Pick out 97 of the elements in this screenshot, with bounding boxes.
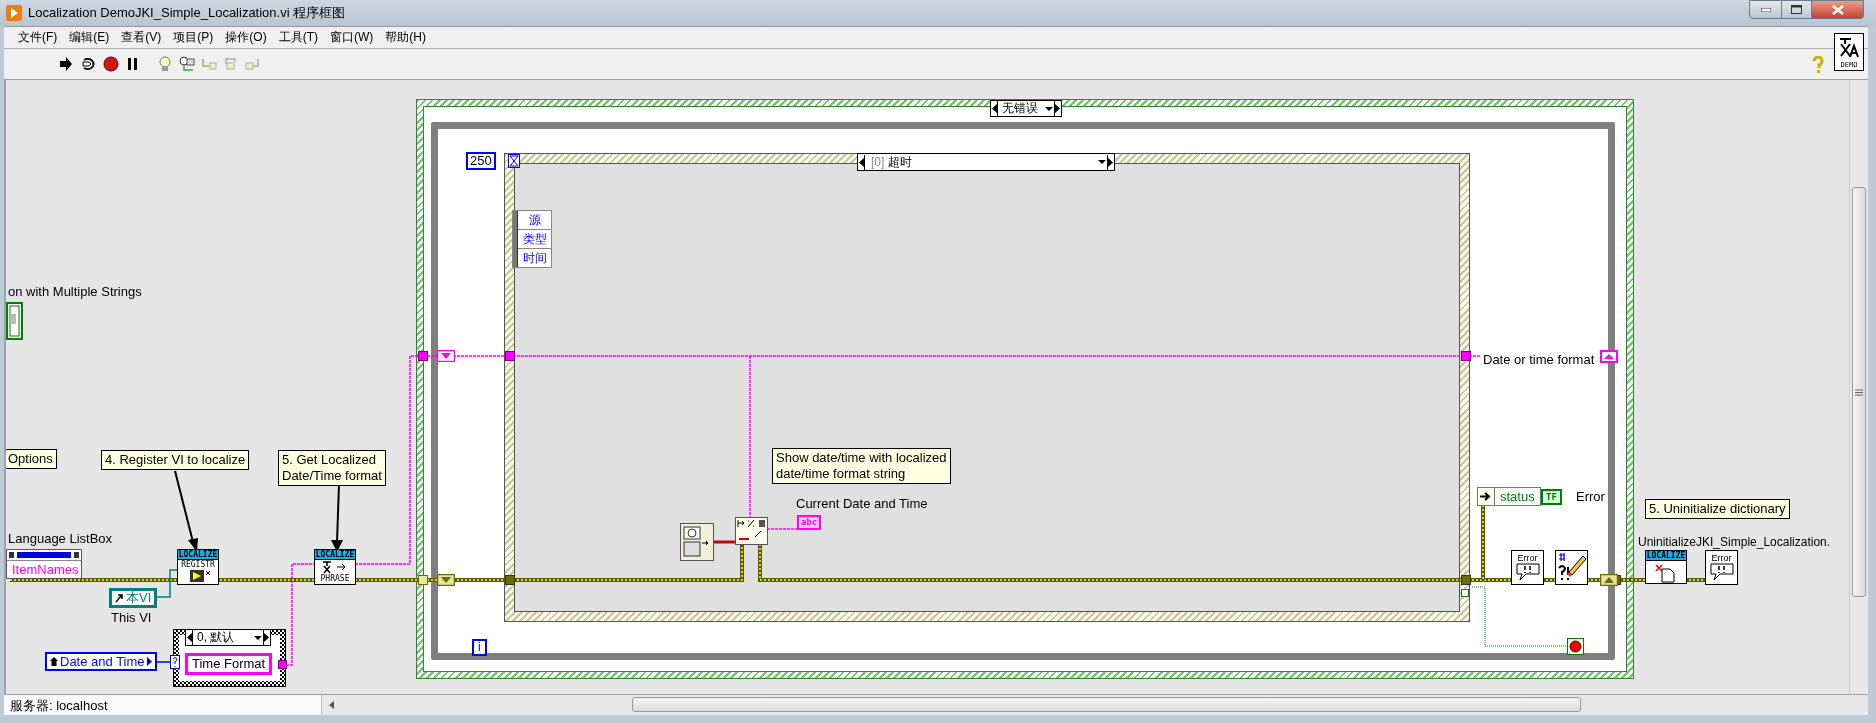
step-out-icon: [245, 56, 261, 72]
node-caption: Error: [1711, 553, 1732, 563]
wire-tunnel: [418, 351, 428, 361]
run-arrow-icon: [59, 56, 75, 72]
decrement-arrow-icon: [858, 154, 865, 170]
hourglass-icon: [508, 154, 520, 168]
string-constant: Time Format: [185, 653, 273, 675]
case-name: 0, 默认: [196, 629, 236, 646]
step-over-icon: [223, 56, 239, 72]
dropdown-arrow-icon: [1045, 106, 1053, 111]
node-banner: LOCALIZE: [1646, 551, 1686, 561]
event-case-name: 超时: [887, 153, 914, 171]
label-text: Language ListBox: [8, 531, 113, 547]
case-name: 无错误: [1001, 100, 1039, 117]
control-terminal-icon: [6, 302, 24, 340]
abort-button[interactable]: [100, 56, 122, 72]
iteration-terminal: i: [472, 639, 487, 656]
wire-tunnel: [505, 351, 515, 361]
shift-register-icon: [437, 574, 455, 586]
scrollbar-thumb[interactable]: [632, 697, 1581, 712]
timeout-constant: 250: [466, 152, 496, 170]
stop-circle-icon: [103, 56, 119, 72]
minimize-icon: [1760, 7, 1771, 12]
help-icon: [1812, 56, 1824, 74]
dropdown-arrow-icon: [1098, 160, 1106, 164]
close-icon: [1831, 4, 1844, 15]
status-bar-text: 服务器: localhost: [4, 695, 322, 715]
retain-wire-values-button[interactable]: [176, 56, 198, 72]
app-play-icon: [6, 5, 22, 21]
label-text: Error: [1576, 489, 1605, 505]
label-text: on with Multiple Strings: [8, 284, 142, 300]
string-indicator: abc: [797, 515, 822, 530]
event-case-index: [0]: [870, 155, 885, 169]
wire-tunnel: [278, 660, 287, 669]
wire: [766, 528, 798, 530]
label-text: UninitializeJKI_Simple_Localization.: [1638, 534, 1831, 550]
stop-terminal-icon: [1567, 638, 1584, 655]
menu-item[interactable]: 窗口(W): [324, 27, 380, 48]
window-title: Localization DemoJKI_Simple_Localization.vi 程序框图: [28, 4, 346, 22]
wire-tunnel: [505, 575, 515, 585]
node-caption: REGISTR: [181, 560, 215, 569]
wire-tunnel: [1461, 351, 1471, 361]
reference-value: 本VI: [126, 591, 152, 605]
node-banner: LOCALIZE: [178, 550, 218, 560]
light-bulb-icon: [157, 56, 173, 72]
event-data-field: 源: [518, 211, 551, 230]
menu-item[interactable]: 项目(P): [167, 27, 220, 48]
house-icon: [50, 657, 58, 666]
case-selector[interactable]: 0, 默认: [185, 629, 271, 646]
wire-tunnel: [418, 575, 428, 585]
node-caption: Error: [1517, 553, 1538, 563]
label-text: Current Date and Time: [796, 496, 928, 512]
probe-icon: [179, 56, 195, 72]
boolean-indicator: TF: [1541, 489, 1562, 505]
menu-item[interactable]: 编辑(E): [63, 27, 116, 48]
maximize-icon: [1791, 5, 1802, 14]
step-into-icon: [201, 56, 217, 72]
scrollbar-thumb[interactable]: [1852, 187, 1866, 597]
property-name: ItemNames: [7, 560, 81, 578]
format-date-time-node-drawing: [735, 517, 768, 545]
shift-register-icon: [1600, 574, 1618, 586]
run-continuously-icon: [81, 56, 97, 72]
control-label: Date and Time: [60, 654, 145, 669]
comment-note: 4. Register VI to localize: [101, 450, 250, 470]
comment-note: Options: [6, 449, 57, 469]
event-data-field: 类型: [518, 230, 551, 249]
label-text: This VI: [111, 610, 152, 626]
right-triangle-icon: [146, 657, 152, 666]
event-data-field: 时间: [518, 249, 551, 268]
node-caption: PHRASE: [320, 574, 350, 583]
vertical-scrollbar[interactable]: [1849, 80, 1868, 694]
comment-note: 5. Get Localized Date/Time format: [278, 450, 386, 486]
dropdown-arrow-icon: [254, 635, 262, 640]
decrement-arrow-icon: [991, 101, 998, 116]
comment-note: Show date/time with localized date/time format string: [772, 448, 951, 484]
minimize-button[interactable]: [1749, 0, 1782, 19]
shift-register-icon: [437, 350, 455, 362]
maximize-button[interactable]: [1782, 0, 1812, 19]
clear-errors-drawing: [1555, 550, 1588, 585]
label-text: Date or time format: [1483, 352, 1595, 368]
menu-item[interactable]: 工具(T): [272, 27, 324, 48]
menu-item[interactable]: 文件(F): [12, 27, 64, 48]
node-banner: LOCALIZE: [315, 550, 355, 560]
unbundle-field: status: [1495, 489, 1540, 504]
listbox-header-icon: [7, 550, 81, 560]
decrement-arrow-icon: [186, 630, 193, 645]
menu-item[interactable]: 帮助(H): [379, 27, 432, 48]
clock-calculator-drawing: [680, 523, 714, 561]
menu-item[interactable]: 查看(V): [115, 27, 168, 48]
event-case-selector[interactable]: [0] 超时: [857, 153, 1115, 171]
comment-note: 5. Uninitialize dictionary: [1645, 499, 1790, 519]
reference-arrow-icon: [115, 593, 123, 603]
menu-item[interactable]: 操作(O): [219, 27, 273, 48]
horizontal-scrollbar[interactable]: [322, 695, 1868, 715]
case-selector[interactable]: 无错误: [990, 100, 1062, 117]
grip-icon: [1855, 388, 1863, 396]
close-button[interactable]: [1812, 0, 1864, 19]
